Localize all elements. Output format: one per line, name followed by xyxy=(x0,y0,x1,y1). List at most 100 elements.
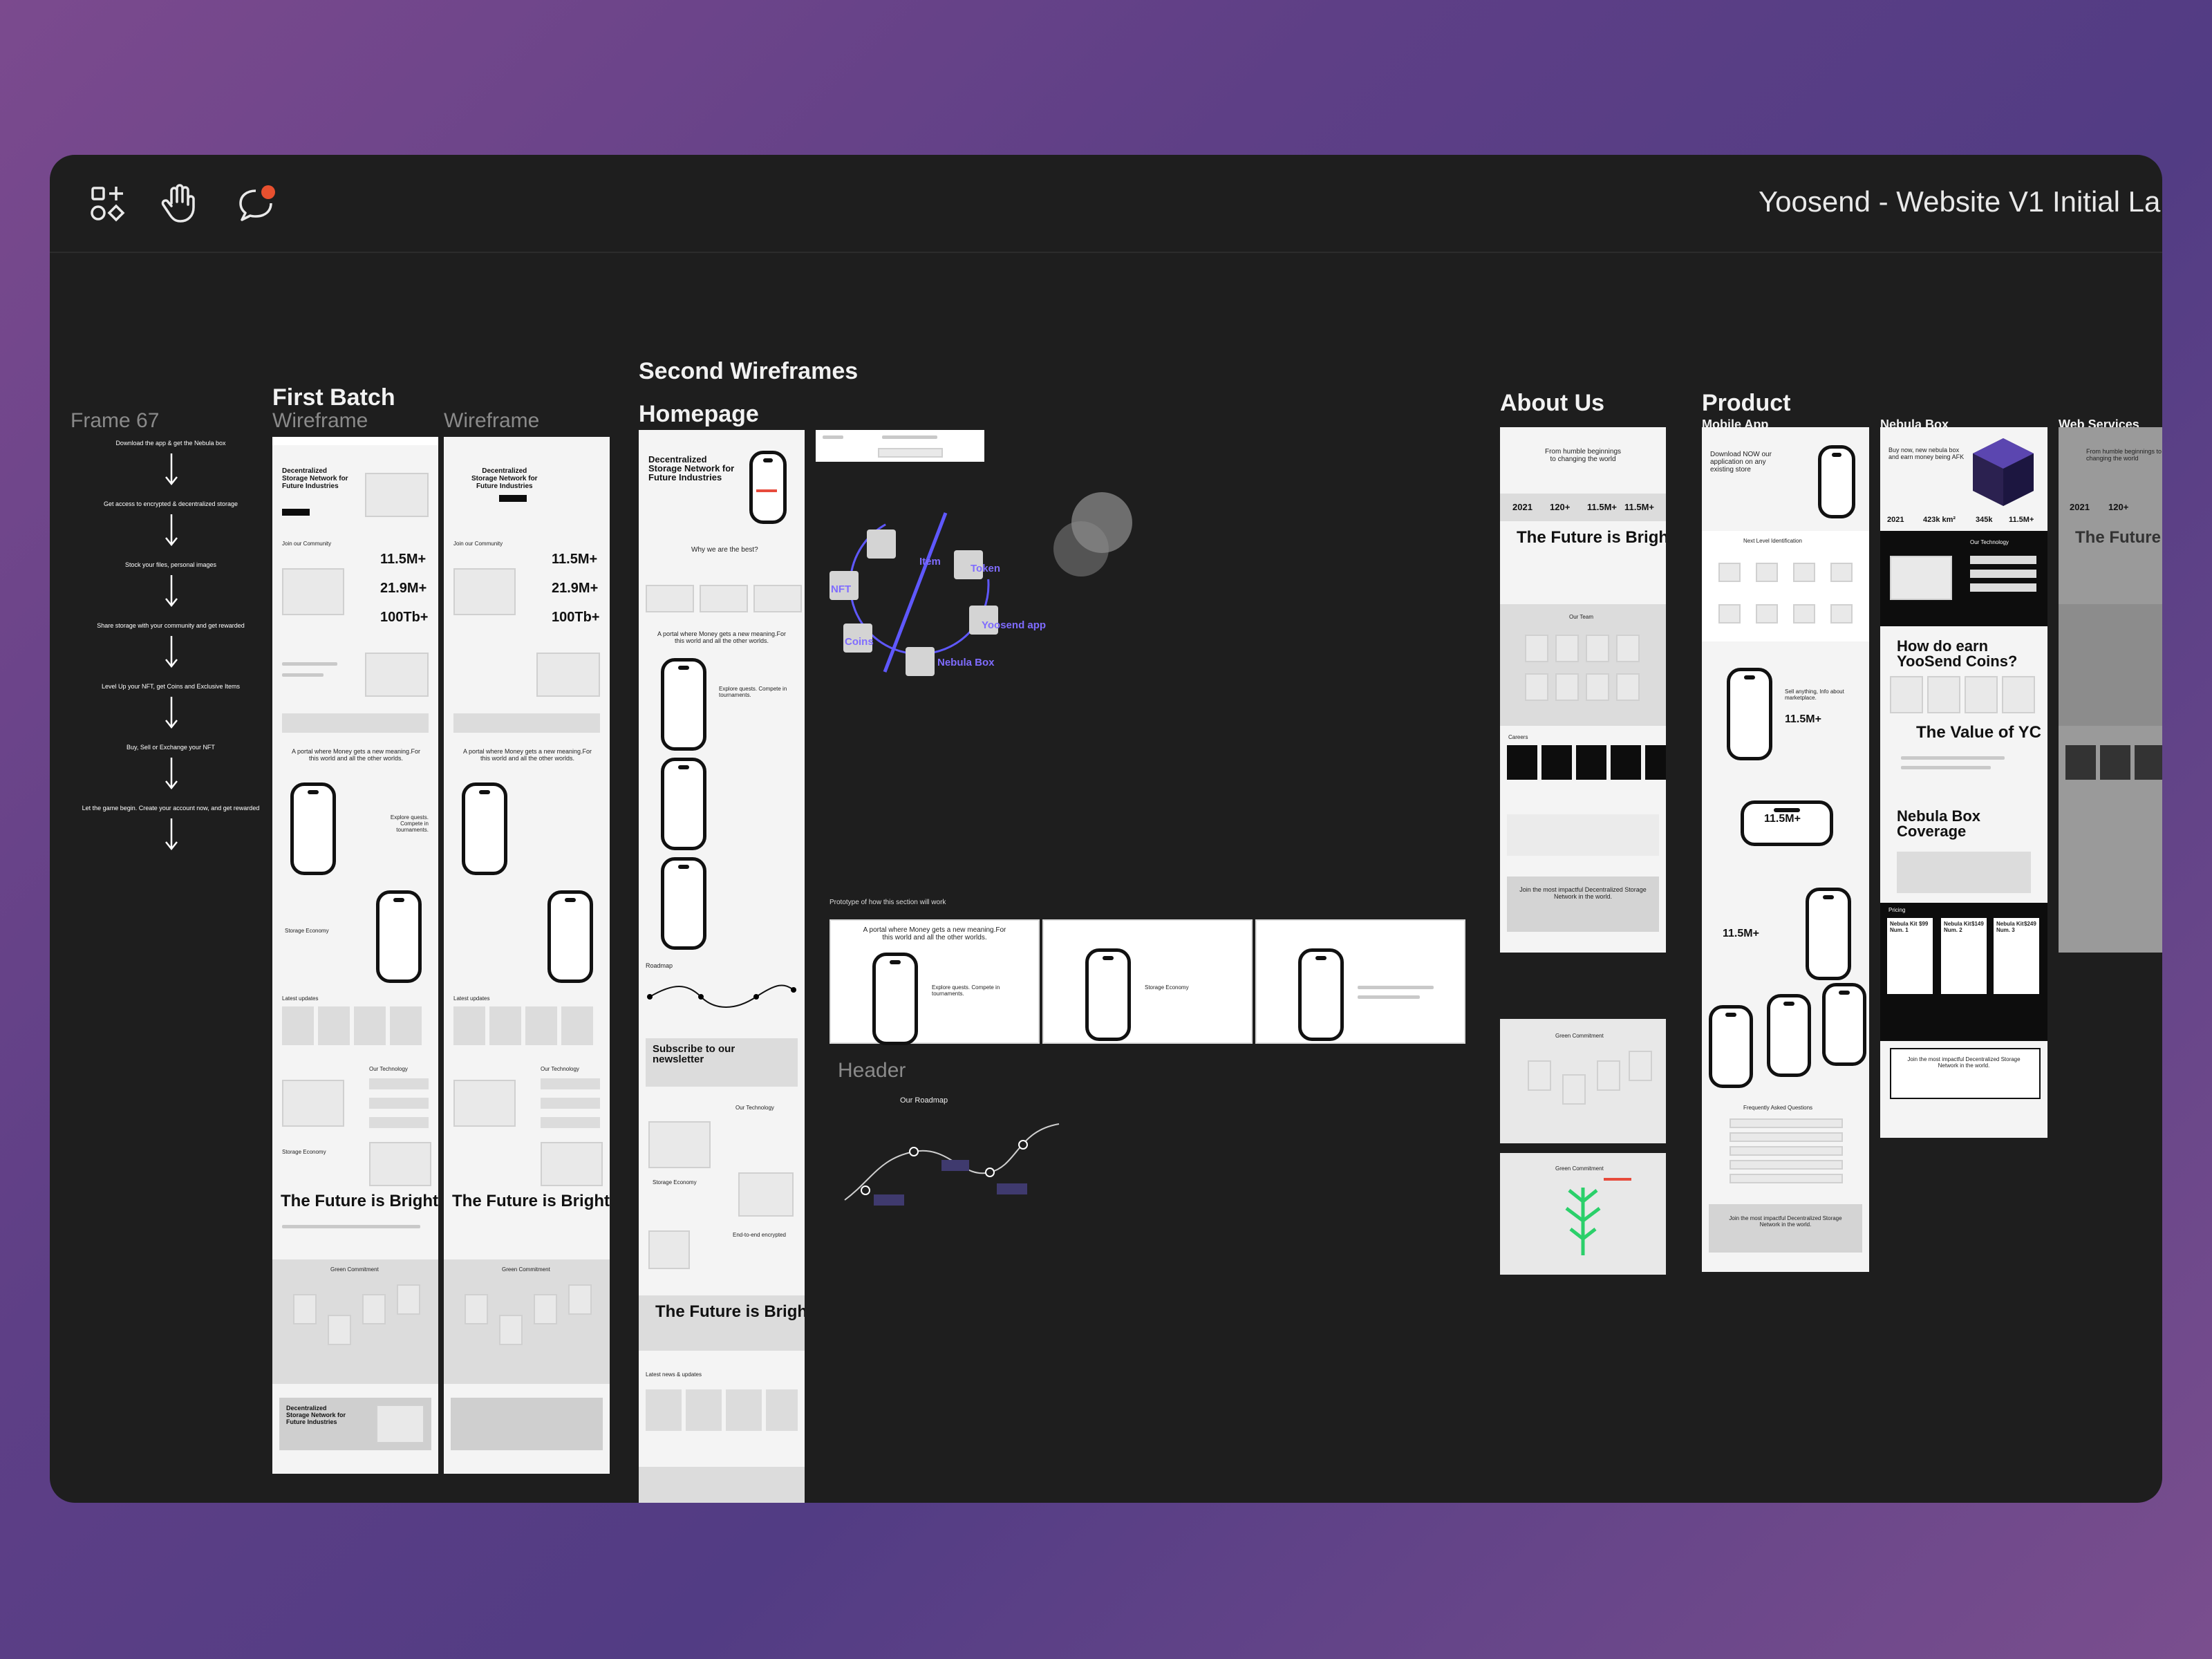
flow-step: Level Up your NFT, get Coins and Exclusi… xyxy=(101,683,241,690)
green-commitment-frame[interactable]: Green Commitment xyxy=(1500,1019,1666,1143)
first-batch-label[interactable]: First Batch xyxy=(272,384,395,411)
hero-line: Storage Network for xyxy=(286,1412,346,1418)
ecosystem-diagram[interactable]: Item Token NFT Yoosend app Coins Nebula … xyxy=(816,481,1175,702)
hero-title: Decentralized Storage Network for Future I… xyxy=(286,1405,346,1425)
stat-value: 423k km² xyxy=(1923,516,1956,524)
roadmap-diagram[interactable]: Our Roadmap xyxy=(838,1096,1073,1221)
hero-line: Storage Network for xyxy=(471,475,538,482)
hero-line: Future Industries xyxy=(648,472,722,482)
community-heading: Join our Community xyxy=(282,541,332,547)
faq-heading: Frequently Asked Questions xyxy=(1743,1105,1813,1111)
e2e-heading: End-to-end encrypted xyxy=(733,1232,786,1238)
toolbar: Yoosend - Website V1 Initial La xyxy=(50,155,2162,253)
stat-value: 120+ xyxy=(1550,502,1571,512)
coverage-heading: Nebula Box Coverage xyxy=(1897,807,1981,840)
prototype-frame[interactable] xyxy=(1255,919,1465,1044)
hand-tool-icon[interactable] xyxy=(158,182,199,224)
wireframe-frame-b[interactable]: Decentralized Storage Network for Future I… xyxy=(444,437,610,1474)
subscribe-heading: Subscribe to our newsletter xyxy=(653,1043,735,1065)
comment-icon[interactable] xyxy=(235,182,276,224)
hero-title: Decentralized Storage Network for Future I… xyxy=(648,455,734,482)
plan-price: $99 xyxy=(1919,921,1929,927)
explore-text: Explore quests. Compete in tournaments. xyxy=(932,984,1000,997)
document-title: Yoosend - Website V1 Initial La xyxy=(1759,185,2161,218)
join-cta: Join the most impactful Decentralized St… xyxy=(1729,1215,1842,1228)
download-text: Download NOW our application on any exis… xyxy=(1710,451,1772,474)
stat-value: 11.5M+ xyxy=(2009,516,2034,524)
roadmap-heading: Roadmap xyxy=(646,962,673,969)
header-frame[interactable] xyxy=(816,430,984,462)
hero-line: Decentralized xyxy=(482,467,527,475)
storage-economy-text: Storage Economy xyxy=(1145,984,1189,991)
stat-value: 11.5M+ xyxy=(1785,713,1821,725)
stat-value: 345k xyxy=(1976,516,1993,524)
wireframe-a-label[interactable]: Wireframe xyxy=(272,409,368,433)
flow-step: Share storage with your community and ge… xyxy=(97,622,245,629)
storage-economy-text: Storage Economy xyxy=(285,928,329,934)
technology-heading: Our Technology xyxy=(369,1066,408,1072)
why-heading: Why we are the best? xyxy=(691,546,758,554)
insert-shapes-icon[interactable] xyxy=(87,182,129,224)
latest-updates-heading: Latest updates xyxy=(453,995,490,1002)
about-us-label[interactable]: About Us xyxy=(1500,390,1604,417)
buy-text: Buy now, new nebula box and earn money b… xyxy=(1888,447,1965,460)
latest-news-heading: Latest news & updates xyxy=(646,1371,702,1378)
hero-line: Storage Network for xyxy=(282,475,348,482)
arrow-down-icon xyxy=(165,514,178,547)
mobile-app-frame[interactable]: Download NOW our application on any exis… xyxy=(1702,427,1869,1272)
join-cta: Join the most impactful Decentralized St… xyxy=(1907,1056,2021,1069)
green-heading: Green Commitment xyxy=(502,1266,550,1273)
frame-67-label[interactable]: Frame 67 xyxy=(71,409,159,433)
arrow-down-icon xyxy=(165,697,178,729)
about-us-frame[interactable]: From humble beginnings to changing the w… xyxy=(1500,427,1666,953)
user-flow[interactable]: Download the app & get the Nebula box Ge… xyxy=(71,440,271,868)
future-heading: The Future is Bright xyxy=(281,1192,438,1210)
roadmap-curve xyxy=(844,1123,1060,1206)
green-heading: Green Commitment xyxy=(330,1266,379,1273)
portal-text: A portal where Money gets a new meaning.… xyxy=(462,748,592,762)
latest-updates-heading: Latest updates xyxy=(282,995,319,1002)
homepage-frame[interactable]: Decentralized Storage Network for Future I… xyxy=(639,430,805,1503)
flow-step: Let the game begin. Create your account … xyxy=(82,805,260,812)
stat-value: 2021 xyxy=(1512,502,1533,512)
prototype-frame[interactable]: A portal where Money gets a new meaning.… xyxy=(830,919,1040,1045)
stat-value: 2021 xyxy=(2070,502,2090,512)
stat-value: 2021 xyxy=(1887,516,1904,524)
sell-text: Sell anything, Info about marketplace. xyxy=(1785,688,1844,701)
design-canvas[interactable]: Frame 67 First Batch Wireframe Wireframe… xyxy=(50,253,2162,1503)
storage-economy-text: Storage Economy xyxy=(653,1179,697,1185)
technology-heading: Our Technology xyxy=(1970,539,2009,545)
green-heading: Green Commitment xyxy=(1555,1033,1604,1039)
portal-text: A portal where Money gets a new meaning.… xyxy=(291,748,421,762)
value-heading: The Value of YC xyxy=(1916,723,2041,742)
diagram-node-label: NFT xyxy=(831,583,852,595)
stat-value: 21.9M+ xyxy=(380,581,427,596)
hero-title: Decentralized Storage Network for Future I… xyxy=(471,467,538,490)
hero-line: Future Industries xyxy=(286,1418,337,1425)
green-commitment-frame[interactable]: Green Commitment xyxy=(1500,1153,1666,1275)
prototype-note: Prototype of how this section will work xyxy=(830,899,946,906)
nebula-box-cube-icon xyxy=(1973,438,2034,506)
tree-icon xyxy=(1565,1188,1601,1255)
technology-heading: Our Technology xyxy=(541,1066,579,1072)
hero-line: Future Industries xyxy=(282,482,339,490)
prototype-frame[interactable]: Storage Economy xyxy=(1042,919,1253,1044)
header-label[interactable]: Header xyxy=(838,1059,906,1082)
plan-name: Nebula Kit Num. 1 xyxy=(1890,921,1918,933)
hero-line: Decentralized xyxy=(282,467,328,475)
diagram-node-label: Token xyxy=(971,563,1001,574)
second-wireframes-label[interactable]: Second Wireframes xyxy=(639,358,858,385)
homepage-label[interactable]: Homepage xyxy=(639,401,759,428)
hero-line: Future Industries xyxy=(476,482,533,490)
flow-step: Download the app & get the Nebula box xyxy=(115,440,226,447)
wireframe-b-label[interactable]: Wireframe xyxy=(444,409,539,433)
explore-text: Explore quests. Compete in tournaments. xyxy=(719,686,787,698)
web-services-frame[interactable]: From humble beginnings to changing the w… xyxy=(2059,427,2162,953)
nebula-box-frame[interactable]: Buy now, new nebula box and earn money b… xyxy=(1880,427,2047,1138)
wireframe-frame-a[interactable]: Decentralized Storage Network for Future I… xyxy=(272,437,438,1474)
team-heading: Our Team xyxy=(1569,614,1593,620)
arrow-down-icon xyxy=(165,575,178,608)
flow-step: Get access to encrypted & decentralized … xyxy=(103,500,238,507)
portal-text: A portal where Money gets a new meaning.… xyxy=(657,630,787,644)
product-label[interactable]: Product xyxy=(1702,390,1790,417)
